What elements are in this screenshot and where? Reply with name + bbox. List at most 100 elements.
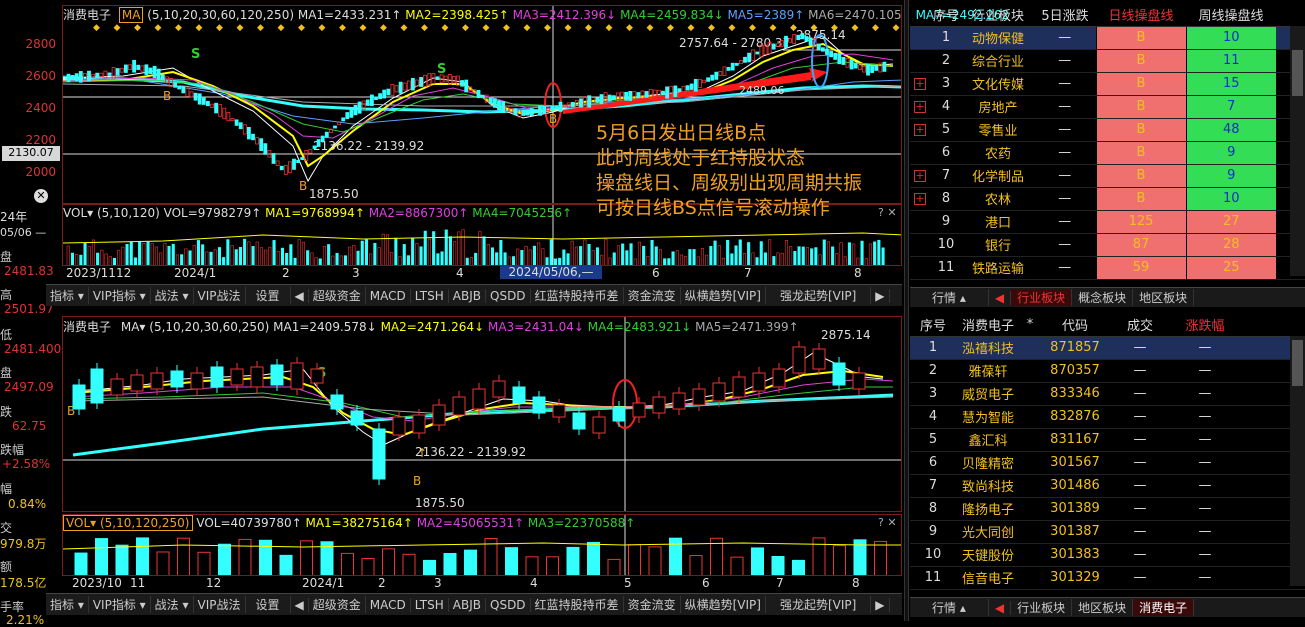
scrollbar[interactable] [1290, 336, 1305, 586]
tab-concept[interactable]: 概念板块 [1072, 289, 1134, 306]
tab-red-blue[interactable]: 红蓝持股持币差 [531, 596, 624, 613]
sector-name[interactable]: 港口 [962, 210, 1034, 234]
col-header[interactable]: 消费电子 [956, 314, 1020, 337]
stock-name[interactable]: 慧为智能 [956, 405, 1020, 429]
ma-mode-dropdown[interactable]: MA▾ [121, 320, 146, 334]
scroll-right-button[interactable]: ▶ [871, 597, 890, 612]
stock-name[interactable]: 威贸电子 [956, 382, 1020, 406]
tab-super-fund[interactable]: 超级资金 [309, 596, 366, 613]
stock-row[interactable]: 4 慧为智能 832876— — [910, 405, 1305, 429]
stock-name[interactable]: 隆扬电子 [956, 497, 1020, 521]
col-header[interactable]: 5日涨跌 [1034, 4, 1096, 27]
stock-name[interactable]: 鑫汇科 [956, 428, 1020, 452]
tab-abjb[interactable]: ABJB [449, 288, 486, 303]
sector-row[interactable]: 6 农药 — B 9 [910, 141, 1305, 165]
vol-params[interactable]: VOL▾ (5,10,120,250) [63, 515, 193, 531]
tab-trend-vip[interactable]: 纵横趋势[VIP] [681, 596, 766, 613]
stock-name[interactable]: 天键股份 [956, 543, 1020, 567]
sector-row[interactable]: +8 农林 — B 10 [910, 187, 1305, 211]
tab-fund-flow[interactable]: 资金流变 [624, 596, 681, 613]
expand-icon[interactable]: + [910, 187, 930, 211]
sector-row[interactable]: 10 银行 —87 28 [910, 233, 1305, 257]
bottom-price-chart[interactable]: S B B ↑ 2875.14 2136.22 - 2139.92 1875.5… [62, 316, 902, 512]
sector-name[interactable]: 铁路运输 [962, 256, 1034, 280]
tab-red-blue[interactable]: 红蓝持股持币差 [531, 287, 624, 304]
tab-region[interactable]: 地区板块 [1133, 289, 1195, 306]
stock-row[interactable]: 8 隆扬电子 301389— — [910, 497, 1305, 521]
col-header[interactable]: 序号 [930, 4, 962, 27]
sector-name[interactable]: 零售业 [962, 118, 1034, 142]
tab-macd[interactable]: MACD [366, 597, 411, 612]
tab-abjb[interactable]: ABJB [449, 597, 486, 612]
stock-row[interactable]: 10 天键股份 301383— — [910, 543, 1305, 567]
sector-name[interactable]: 银行 [962, 233, 1034, 257]
sector-row[interactable]: +5 零售业 — B 48 [910, 118, 1305, 142]
stock-name[interactable]: 贝隆精密 [956, 451, 1020, 475]
sector-name[interactable]: 农林 [962, 187, 1034, 211]
vip-strategy-button[interactable]: VIP战法 [194, 596, 246, 613]
sector-row[interactable]: 11 铁路运输 —59 25 [910, 256, 1305, 280]
sector-row[interactable]: +7 化学制品 — B 9 [910, 164, 1305, 188]
col-header[interactable]: 序号 [910, 314, 956, 337]
expand-icon[interactable]: + [910, 95, 930, 119]
settings-button[interactable]: 设置 [246, 596, 291, 613]
expand-icon[interactable]: + [910, 164, 930, 188]
col-header[interactable]: * [1020, 314, 1040, 337]
stock-name[interactable]: 泓禧科技 [956, 336, 1020, 360]
tab-trend-vip[interactable]: 纵横趋势[VIP] [681, 287, 766, 304]
vol-params[interactable]: VOL▾ (5,10,120) [63, 206, 160, 220]
col-header[interactable]: 涨跌幅 [1170, 314, 1240, 337]
stock-row[interactable]: 7 致尚科技 301486— — [910, 474, 1305, 498]
expand-icon[interactable]: + [910, 72, 930, 96]
tab-industry[interactable]: 行业板块 [1011, 599, 1073, 616]
scroll-left-button[interactable]: ◀ [291, 288, 309, 303]
strategy-menu[interactable]: 战法 ▾ [151, 287, 194, 304]
sector-name[interactable]: 房地产 [962, 95, 1034, 119]
tab-dragon-vip[interactable]: 强龙起势[VIP] [766, 287, 872, 304]
tab-ltsh[interactable]: LTSH [411, 288, 449, 303]
sector-name[interactable]: 综合行业 [962, 49, 1034, 73]
sector-name[interactable]: 文化传媒 [962, 72, 1034, 96]
stock-name[interactable]: 致尚科技 [956, 474, 1020, 498]
indicator-menu[interactable]: 指标 ▾ [46, 287, 89, 304]
tab-qsdd[interactable]: QSDD [486, 597, 531, 612]
stock-name[interactable]: 雅葆轩 [956, 359, 1020, 383]
tab-prev[interactable]: ◀ [989, 600, 1012, 615]
stock-row[interactable]: 6 贝隆精密 301567— — [910, 451, 1305, 475]
sector-row[interactable]: +3 文化传媒 — B 15 [910, 72, 1305, 96]
scroll-right-button[interactable]: ▶ [871, 288, 890, 303]
sector-name[interactable]: 化学制品 [962, 164, 1034, 188]
expand-icon[interactable]: + [910, 118, 930, 142]
sector-row[interactable]: 1 动物保健 — B 10 [910, 26, 1305, 50]
col-header[interactable]: 代码 [1040, 314, 1110, 337]
stock-row[interactable]: 3 威贸电子 833346— — [910, 382, 1305, 406]
stock-row[interactable]: 2 雅葆轩 870357— — [910, 359, 1305, 383]
close-icon[interactable]: ? ✕ [878, 516, 897, 529]
vip-indicator-menu[interactable]: VIP指标 ▾ [89, 287, 151, 304]
tab-ltsh[interactable]: LTSH [411, 597, 449, 612]
tab-industry[interactable]: 行业板块 [1011, 289, 1073, 306]
tab-macd[interactable]: MACD [366, 288, 411, 303]
tab-super-fund[interactable]: 超级资金 [309, 287, 366, 304]
sector-row[interactable]: +4 房地产 — B 7 [910, 95, 1305, 119]
strategy-menu[interactable]: 战法 ▾ [151, 596, 194, 613]
panel-divider[interactable] [904, 0, 909, 621]
sector-row[interactable]: 9 港口 —125 27 [910, 210, 1305, 234]
vip-strategy-button[interactable]: VIP战法 [194, 287, 246, 304]
tab-prev[interactable]: ◀ [989, 290, 1012, 305]
col-header[interactable]: 周线操盘线 [1186, 4, 1276, 27]
tab-fund-flow[interactable]: 资金流变 [624, 287, 681, 304]
close-icon[interactable]: ? ✕ [878, 206, 897, 219]
sector-name[interactable]: 农药 [962, 141, 1034, 165]
tab-region[interactable]: 地区板块 [1072, 599, 1134, 616]
tab-consumer-electronics[interactable]: 消费电子 [1133, 599, 1195, 616]
sector-row[interactable]: 2 综合行业 — B 11 [910, 49, 1305, 73]
tab-dragon-vip[interactable]: 强龙起势[VIP] [766, 596, 872, 613]
tab-quotes[interactable]: 行情 ▴ [910, 599, 989, 616]
vip-indicator-menu[interactable]: VIP指标 ▾ [89, 596, 151, 613]
stock-row[interactable]: 1 泓禧科技 871857— — [910, 336, 1305, 360]
tab-qsdd[interactable]: QSDD [486, 288, 531, 303]
scrollbar[interactable] [1290, 26, 1305, 276]
ma-mode-dropdown[interactable]: MA [118, 7, 144, 23]
close-icon[interactable]: ✕ [34, 189, 48, 203]
